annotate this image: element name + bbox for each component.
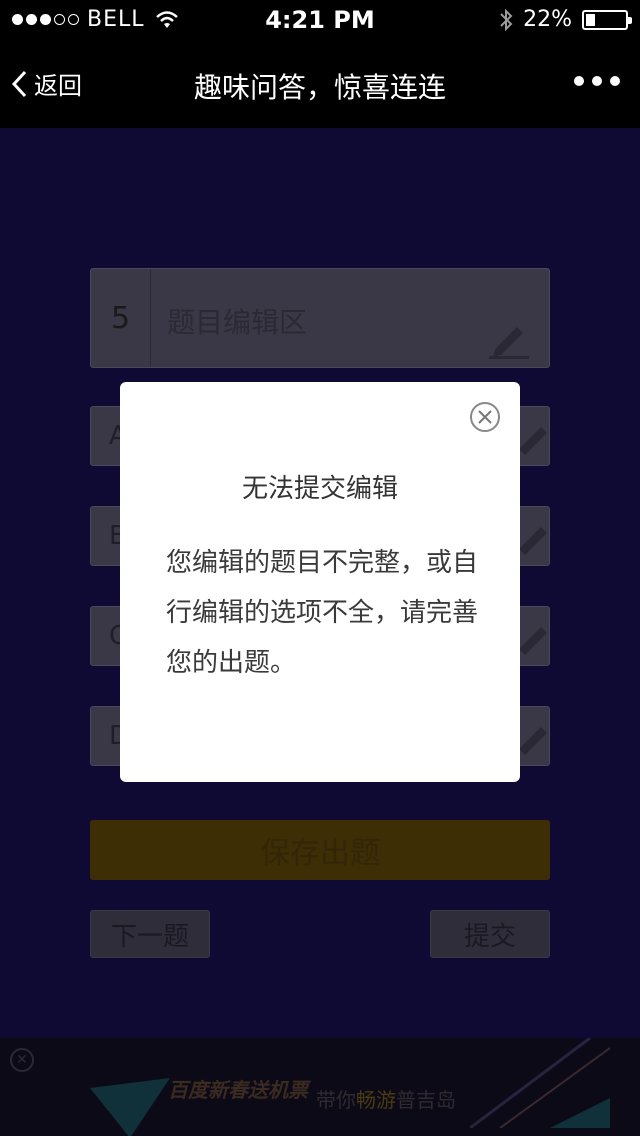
pencil-icon[interactable] [487,319,531,359]
submit-button[interactable]: 提交 [430,910,550,958]
more-options-button[interactable] [574,76,620,86]
ad-subline-suffix: 普吉岛 [396,1088,456,1112]
ad-subline-prefix: 带你 [316,1088,356,1112]
close-dialog-button[interactable] [470,402,500,432]
navigation-bar: 返回 趣味问答，惊喜连连 [0,40,640,128]
decor-shape [90,1078,170,1136]
question-placeholder: 题目编辑区 [167,306,308,339]
dot-icon [610,76,620,86]
ad-close-icon[interactable]: ✕ [10,1048,34,1072]
battery-percent: 22% [523,7,572,32]
ad-headline: 百度新春送机票 [168,1078,308,1102]
dialog-title: 无法提交编辑 [241,474,398,504]
decor-shape [470,1038,610,1128]
save-question-button[interactable]: 保存出题 [90,820,550,880]
dialog-message: 您编辑的题目不完整，或自行编辑的选项不全，请完善您的出题。 [166,548,479,678]
question-input[interactable]: 5 题目编辑区 [90,268,550,368]
pencil-icon[interactable] [519,519,549,559]
pencil-icon[interactable] [519,419,549,459]
pencil-icon[interactable] [519,719,549,759]
error-dialog: 无法提交编辑 您编辑的题目不完整，或自行编辑的选项不全，请完善您的出题。 [120,382,520,782]
status-bar: BELL 4:21 PM 22% [0,0,640,40]
question-number: 5 [91,269,151,367]
dot-icon [592,76,602,86]
pencil-icon[interactable] [519,619,549,659]
ad-banner[interactable]: ✕ 百度新春送机票 带你畅游普吉岛 [0,1038,640,1136]
dot-icon [574,76,584,86]
ad-subline-highlight: 畅游 [356,1088,396,1112]
battery-icon [582,9,632,30]
bluetooth-icon [500,8,513,31]
next-question-button[interactable]: 下一题 [90,910,210,958]
close-icon [478,410,492,424]
ad-subline: 带你畅游普吉岛 [316,1084,456,1113]
status-right: 22% [499,7,632,32]
page-title: 趣味问答，惊喜连连 [193,71,446,104]
